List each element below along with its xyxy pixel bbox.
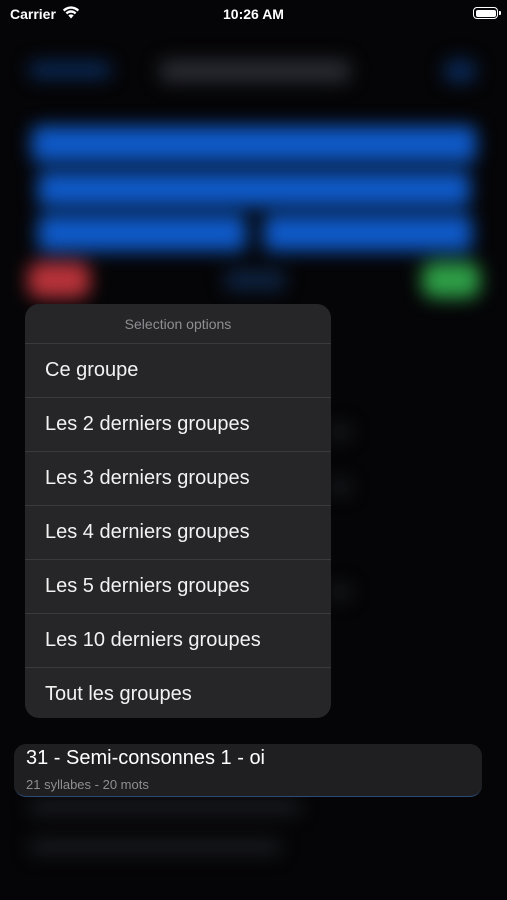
blurred-row <box>330 480 350 494</box>
blurred-button-middle <box>38 172 470 206</box>
status-bar: Carrier 10:26 AM <box>0 0 507 30</box>
blurred-row <box>30 840 280 854</box>
blurred-green-button <box>422 262 480 298</box>
blurred-nav-title <box>160 60 350 82</box>
selection-options-menu: Selection options Ce groupe Les 2 dernie… <box>25 304 331 718</box>
blurred-row <box>30 800 300 814</box>
blurred-button-left <box>38 215 246 251</box>
menu-item-last-10-groups[interactable]: Les 10 derniers groupes <box>25 614 331 668</box>
menu-item-last-2-groups[interactable]: Les 2 derniers groupes <box>25 398 331 452</box>
blurred-row <box>330 585 350 599</box>
group-preview-card[interactable]: 31 - Semi-consonnes 1 - oi 21 syllabes -… <box>14 744 482 797</box>
blurred-button-top <box>32 126 476 162</box>
blurred-row <box>330 425 350 439</box>
blurred-nav-action <box>445 60 475 82</box>
group-subtitle: 21 syllabes - 20 mots <box>26 777 149 792</box>
menu-item-all-groups[interactable]: Tout les groupes <box>25 668 331 718</box>
blurred-button-right <box>264 215 472 251</box>
menu-item-last-5-groups[interactable]: Les 5 derniers groupes <box>25 560 331 614</box>
blurred-nav-back <box>30 62 110 78</box>
battery-icon <box>473 7 501 19</box>
clock: 10:26 AM <box>223 6 284 22</box>
group-title: 31 - Semi-consonnes 1 - oi <box>26 747 266 769</box>
menu-header: Selection options <box>25 304 331 344</box>
menu-item-ce-groupe[interactable]: Ce groupe <box>25 344 331 398</box>
menu-item-last-3-groups[interactable]: Les 3 derniers groupes <box>25 452 331 506</box>
menu-item-last-4-groups[interactable]: Les 4 derniers groupes <box>25 506 331 560</box>
blurred-mid-label <box>225 270 285 290</box>
blurred-red-button <box>28 262 90 298</box>
